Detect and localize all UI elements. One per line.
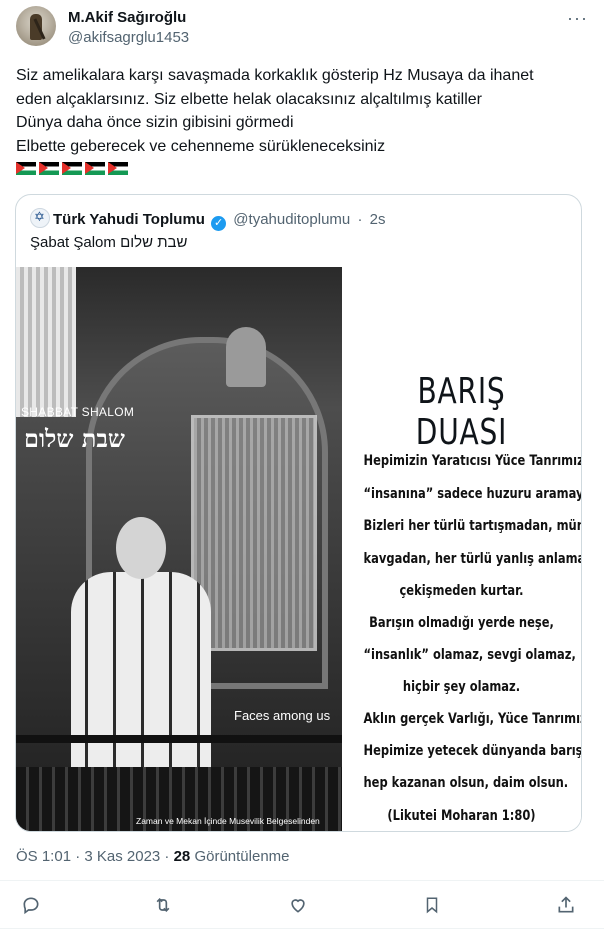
palestine-flag-icon	[108, 162, 128, 175]
reply-icon[interactable]	[19, 895, 43, 919]
quoted-header: Türk Yahudi Toplumu ✓ @tyahuditoplumu · …	[30, 208, 385, 231]
tweet-timestamp[interactable]: ÖS 1:01 · 3 Kas 2023 ·	[16, 848, 174, 865]
poster-line: Hepimizin Yaratıcısı Yüce Tanrımız;	[363, 453, 582, 469]
bookmark-icon[interactable]	[420, 895, 444, 919]
palestine-flag-icon	[39, 162, 59, 175]
share-icon[interactable]	[554, 895, 578, 919]
photo-caption: Faces among us	[234, 708, 331, 723]
poster-line: kavgadan, her türlü yanlış anlama ve	[363, 551, 582, 567]
photo-head	[116, 517, 166, 579]
tweet-line: Elbette geberecek ve cehenneme sürüklene…	[16, 137, 386, 155]
quoted-separator: ·	[357, 211, 363, 228]
tweet-line: eden alçaklarsınız. Siz elbette helak ol…	[16, 90, 482, 108]
quoted-tweet[interactable]: Türk Yahudi Toplumu ✓ @tyahuditoplumu · …	[15, 194, 582, 832]
author-avatar[interactable]	[16, 6, 56, 46]
palestine-flag-icon	[85, 162, 105, 175]
like-icon[interactable]	[286, 895, 310, 919]
quoted-time[interactable]: 2s	[370, 211, 386, 228]
photo-label: SHABBAT SHALOM	[21, 405, 135, 419]
flag-emoji-row	[16, 162, 131, 178]
photo-rail	[16, 735, 342, 743]
author-handle[interactable]: @akifsagrglu1453	[68, 29, 189, 46]
verified-badge-icon: ✓	[211, 216, 227, 231]
photo-credit: Zaman ve Mekan İçinde Musevilik Belgesel…	[136, 816, 320, 826]
tweet-text: Siz amelikalara karşı savaşmada korkaklı…	[16, 64, 588, 158]
tweet-header: M.Akif Sağıroğlu @akifsagrglu1453 ···	[16, 6, 588, 54]
prayer-poster: BARIŞ DUASI Hepimizin Yaratıcısı Yüce Ta…	[342, 267, 581, 831]
tweet-line: Siz amelikalara karşı savaşmada korkaklı…	[16, 67, 534, 84]
poster-line: hep kazanan olsun, daim olsun.	[363, 775, 569, 791]
tweet-meta: ÖS 1:01 · 3 Kas 2023 · 28 Görüntülenme	[16, 848, 290, 865]
poster-line: (Likutei Moharan 1:80)	[387, 808, 536, 824]
view-count: 28	[173, 848, 191, 865]
poster-line: “insanlık” olamaz, sevgi olamaz,	[363, 647, 576, 663]
quoted-author-name[interactable]: Türk Yahudi Toplumu	[53, 211, 205, 228]
poster-line: Barışın olmadığı yerde neşe,	[369, 615, 554, 631]
quoted-media[interactable]: SHABBAT SHALOM שבת שלום Faces among us Z…	[16, 267, 581, 831]
photo-window	[16, 267, 76, 417]
action-bar	[0, 880, 604, 921]
quoted-text: Şabat Şalom שבת שלום	[30, 234, 188, 251]
poster-line: çekişmeden kurtar.	[399, 583, 524, 599]
photo-lamp	[226, 327, 266, 387]
quoted-avatar[interactable]	[30, 208, 50, 228]
poster-line: Hepimize yetecek dünyanda barış	[363, 743, 582, 759]
author-name[interactable]: M.Akif Sağıroğlu	[68, 9, 186, 26]
poster-line: Aklın gerçek Varlığı, Yüce Tanrımız,	[363, 711, 582, 727]
more-options-icon[interactable]: ···	[567, 8, 588, 29]
poster-line: “insanına” sadece huzuru aramayı öğret.	[363, 486, 581, 502]
quoted-author-handle[interactable]: @tyahuditoplumu	[233, 211, 350, 228]
poster-line: Bizleri her türlü tartışmadan, münakaşad…	[363, 518, 581, 534]
tweet-line: Dünya daha önce sizin gibisini görmedi	[16, 114, 294, 131]
palestine-flag-icon	[16, 162, 36, 175]
poster-line: hiçbir şey olamaz.	[402, 679, 521, 695]
palestine-flag-icon	[62, 162, 82, 175]
retweet-icon[interactable]	[151, 895, 175, 919]
synagogue-photo: SHABBAT SHALOM שבת שלום Faces among us Z…	[16, 267, 342, 831]
view-label: Görüntülenme	[190, 848, 290, 865]
photo-hebrew: שבת שלום	[24, 424, 125, 453]
poster-title: BARIŞ DUASI	[415, 371, 508, 453]
